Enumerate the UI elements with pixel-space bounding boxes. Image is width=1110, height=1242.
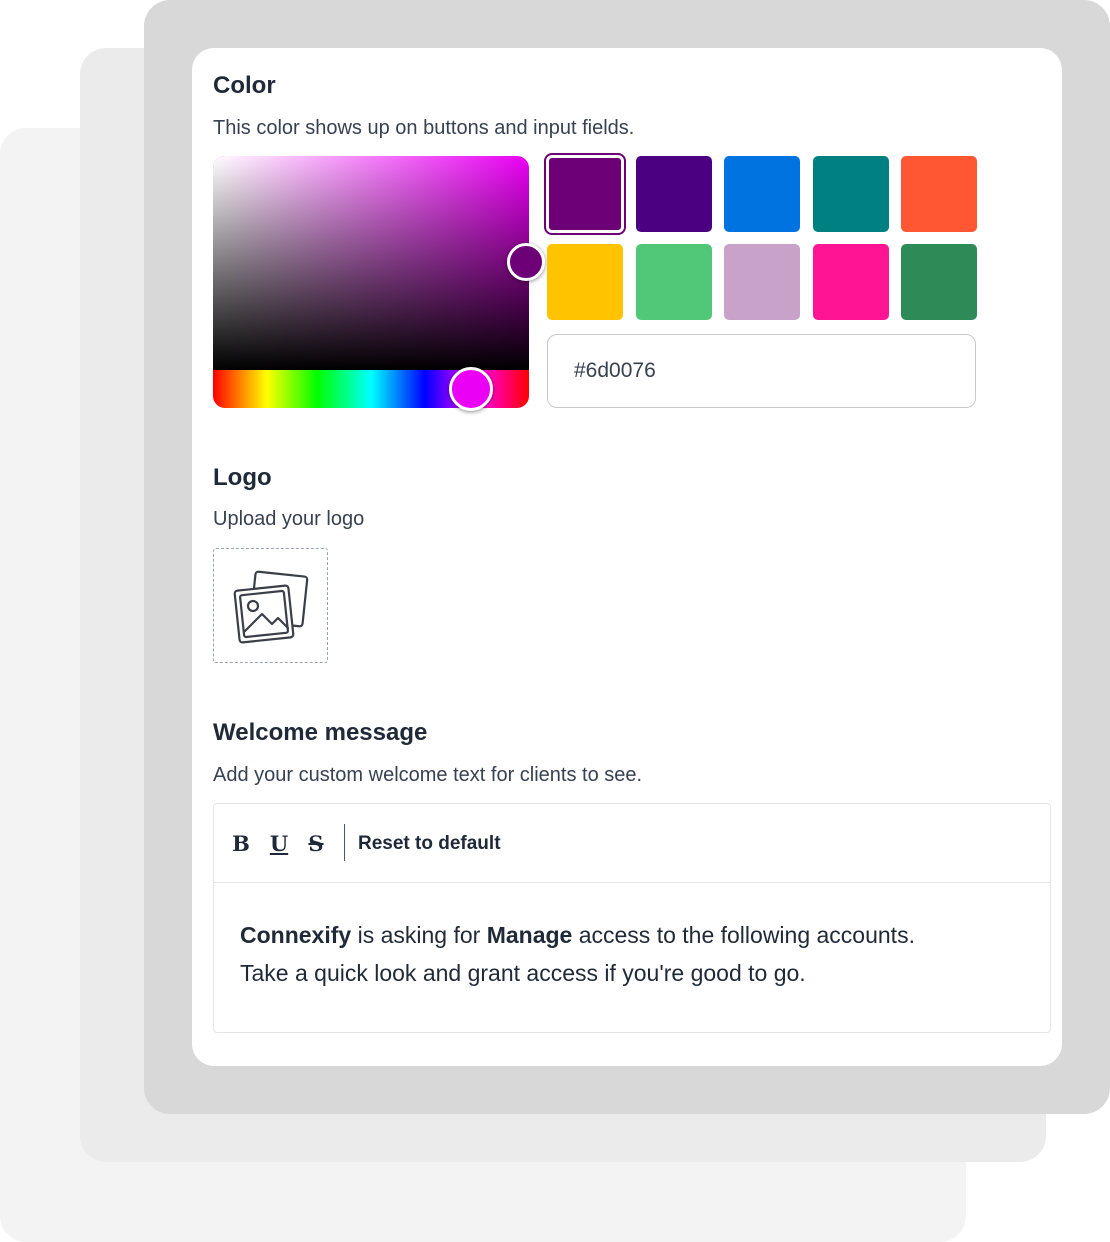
swatch-indigo[interactable] xyxy=(635,156,712,232)
welcome-message-text[interactable]: Connexify is asking for Manage access to… xyxy=(240,916,1030,992)
swatch-teal[interactable] xyxy=(812,156,889,232)
message-part-1: is asking for xyxy=(351,922,487,948)
message-part-2: access to the following accounts. xyxy=(572,922,915,948)
color-section-description: This color shows up on buttons and input… xyxy=(213,117,635,139)
bold-button[interactable]: B xyxy=(230,828,252,858)
welcome-section-description: Add your custom welcome text for clients… xyxy=(213,764,643,786)
saturation-handle[interactable] xyxy=(507,243,545,281)
swatch-pink[interactable] xyxy=(812,244,889,320)
message-line-2: Take a quick look and grant access if yo… xyxy=(240,960,806,986)
saturation-picker[interactable] xyxy=(213,156,529,370)
reset-to-default-button[interactable]: Reset to default xyxy=(358,833,501,855)
toolbar-divider xyxy=(344,824,345,861)
access-level: Manage xyxy=(486,922,573,948)
logo-section-description: Upload your logo xyxy=(213,508,365,530)
image-gallery-icon xyxy=(233,570,308,643)
swatch-orange[interactable] xyxy=(901,156,977,232)
swatch-purple[interactable] xyxy=(544,153,626,235)
swatch-lilac[interactable] xyxy=(724,244,800,320)
welcome-message-editor[interactable]: B U S Reset to default Connexify is aski… xyxy=(213,803,1051,1033)
swatch-green[interactable] xyxy=(635,244,712,320)
underline-button[interactable]: U xyxy=(268,828,290,858)
color-section-title: Color xyxy=(213,72,276,99)
swatch-blue[interactable] xyxy=(724,156,800,232)
logo-upload-dropzone[interactable] xyxy=(213,548,328,663)
strikethrough-button[interactable]: S xyxy=(305,828,327,858)
welcome-section-title: Welcome message xyxy=(213,719,428,746)
logo-section-title: Logo xyxy=(213,464,272,491)
saturation-black-overlay xyxy=(213,156,529,370)
hex-color-input[interactable]: #6d0076 xyxy=(547,334,976,408)
editor-toolbar: B U S Reset to default xyxy=(214,804,1050,883)
swatch-dark-green[interactable] xyxy=(901,244,977,320)
hue-slider-handle[interactable] xyxy=(449,367,493,411)
swatch-yellow[interactable] xyxy=(547,244,623,320)
color-swatch-grid xyxy=(544,153,979,320)
settings-card: Color This color shows up on buttons and… xyxy=(192,48,1062,1066)
company-name: Connexify xyxy=(240,922,352,948)
